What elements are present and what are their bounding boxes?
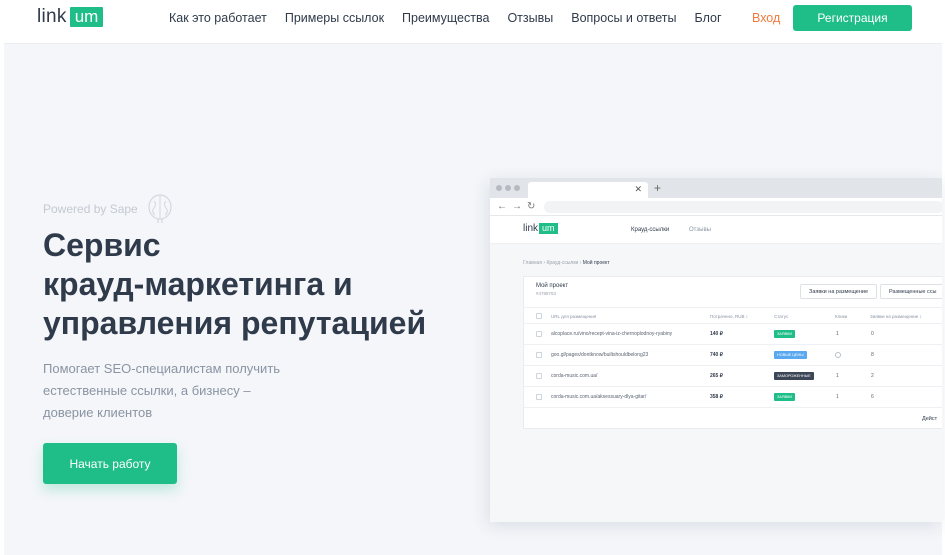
row-clicks: 1	[836, 394, 839, 400]
project-id: #4788763	[536, 291, 557, 296]
headline-line-3: управления репутацией	[43, 305, 427, 341]
column-header-clicks: Клики	[835, 314, 848, 319]
nav-link-faq[interactable]: Вопросы и ответы	[571, 11, 676, 25]
row-price: 358 ₽	[710, 394, 723, 400]
select-all-checkbox	[536, 313, 542, 319]
brain-icon	[148, 194, 172, 223]
row-status-badge: ЗАМОРОЖЕННЫЕ	[774, 372, 814, 380]
register-button[interactable]: Регистрация	[793, 5, 912, 31]
subtitle-line-1: Помогает SEO-специалистам получить	[43, 361, 281, 376]
app-logo-text: link	[523, 223, 539, 234]
headline-line-2: крауд-маркетинга и	[43, 266, 353, 302]
breadcrumb: Главная › Крауд-ссылки › Мой проект	[523, 260, 610, 266]
column-header-spent: Потрачено, RUB ↕	[710, 314, 748, 319]
logo-text: link	[37, 6, 67, 27]
row-status-badge: ЗАЯВКИ	[774, 330, 796, 338]
row-price: 265 ₽	[710, 373, 723, 379]
powered-by: Powered by Sape	[43, 194, 173, 224]
loading-spinner-icon	[835, 352, 841, 358]
app-nav-crowd-links: Крауд-ссылки	[631, 227, 670, 233]
row-url: goo.gl/pages/dontknow/builtshouldbelong2…	[551, 352, 649, 358]
column-header-status: Статус	[774, 314, 789, 319]
powered-by-text: Powered by Sape	[43, 202, 138, 216]
actions-label: Дейст	[922, 416, 938, 422]
forward-arrow-icon: →	[512, 201, 522, 212]
row-url: alcoplace.ru/vino/recept-vina-iz-chernop…	[551, 331, 673, 337]
subtitle-line-3: доверие клиентов	[43, 405, 153, 420]
column-header-url: URL для размещения	[551, 314, 597, 319]
breadcrumb-item: Главная	[523, 260, 543, 266]
app-nav-reviews: Отзывы	[689, 227, 711, 233]
window-minimize-dot	[505, 185, 511, 191]
nav-link-examples[interactable]: Примеры ссылок	[285, 11, 384, 25]
hero-subtitle: Помогает SEO-специалистам получить естес…	[43, 358, 303, 424]
login-link[interactable]: Вход	[752, 11, 780, 25]
reload-icon: ↻	[527, 201, 536, 212]
row-url: corda-music.com.ua/	[551, 373, 598, 379]
tab-close-icon: ✕	[634, 184, 642, 194]
row-checkbox	[536, 394, 542, 400]
app-body: Главная › Крауд-ссылки › Мой проект Мой …	[490, 244, 942, 522]
project-title: Мой проект	[536, 283, 569, 289]
row-url: corda-music.com.ua/aksessuary-dlya-gitar…	[551, 394, 647, 400]
linkum-logo[interactable]: link um	[37, 6, 104, 28]
table-header: URL для размещения Потрачено, RUB ↕ Стат…	[524, 307, 942, 324]
subtitle-line-2: естественные ссылки, а бизнесу –	[43, 383, 251, 398]
back-arrow-icon: ←	[497, 201, 507, 212]
row-requests: 0	[871, 331, 874, 337]
browser-toolbar: ← → ↻	[490, 198, 942, 216]
row-status-badge: НОВЫЕ ЦЕНЫ	[774, 351, 807, 359]
browser-mockup: ✕ + ← → ↻ link um Крауд-ссылки Отзывы Гл…	[490, 178, 942, 522]
breadcrumb-item: Крауд-ссылки	[546, 260, 579, 266]
table-row: goo.gl/pages/dontknow/builtshouldbelong2…	[524, 345, 942, 366]
placement-requests-tab: Заявки на размещение	[800, 284, 878, 299]
top-navbar: link um Как это работает Примеры ссылок …	[0, 0, 945, 38]
browser-tab-bar: ✕ +	[490, 178, 942, 198]
row-checkbox	[536, 373, 542, 379]
app-header: link um Крауд-ссылки Отзывы	[490, 216, 942, 244]
project-card: Мой проект #4788763 Заявки на размещение…	[523, 276, 942, 429]
row-checkbox	[536, 331, 542, 337]
row-price: 140 ₽	[710, 331, 723, 337]
row-clicks: 1	[836, 373, 839, 379]
new-tab-icon: +	[654, 181, 662, 195]
app-logo: link um	[523, 223, 558, 234]
window-close-dot	[496, 185, 502, 191]
row-clicks: 1	[836, 331, 839, 337]
nav-links: Как это работает Примеры ссылок Преимуще…	[169, 11, 740, 25]
row-status-badge: ЗАЯВКИ	[774, 393, 796, 401]
table-row: corda-music.com.ua/ 265 ₽ ЗАМОРОЖЕННЫЕ 1…	[524, 366, 942, 387]
logo-badge: um	[69, 7, 104, 27]
row-requests: 2	[871, 373, 874, 379]
row-price: 740 ₽	[710, 352, 723, 358]
address-bar	[544, 201, 942, 213]
browser-tab: ✕	[528, 182, 648, 198]
placed-links-tab: Размещенные ссы	[880, 284, 942, 299]
row-requests: 6	[871, 394, 874, 400]
nav-link-how-it-works[interactable]: Как это работает	[169, 11, 267, 25]
table-row: alcoplace.ru/vino/recept-vina-iz-chernop…	[524, 324, 942, 345]
window-maximize-dot	[514, 185, 520, 191]
nav-link-blog[interactable]: Блог	[695, 11, 722, 25]
app-logo-badge: um	[539, 223, 558, 234]
row-requests: 8	[871, 352, 874, 358]
nav-link-reviews[interactable]: Отзывы	[507, 11, 553, 25]
nav-link-advantages[interactable]: Преимущества	[402, 11, 489, 25]
breadcrumb-current: Мой проект	[582, 260, 610, 266]
start-work-button[interactable]: Начать работу	[43, 443, 177, 484]
row-checkbox	[536, 352, 542, 358]
table-row: corda-music.com.ua/aksessuary-dlya-gitar…	[524, 387, 942, 408]
column-header-requests: Заявки на размещение ↕	[870, 314, 922, 319]
hero-headline: Сервис крауд-маркетинга и управления реп…	[43, 226, 473, 343]
headline-line-1: Сервис	[43, 227, 161, 263]
